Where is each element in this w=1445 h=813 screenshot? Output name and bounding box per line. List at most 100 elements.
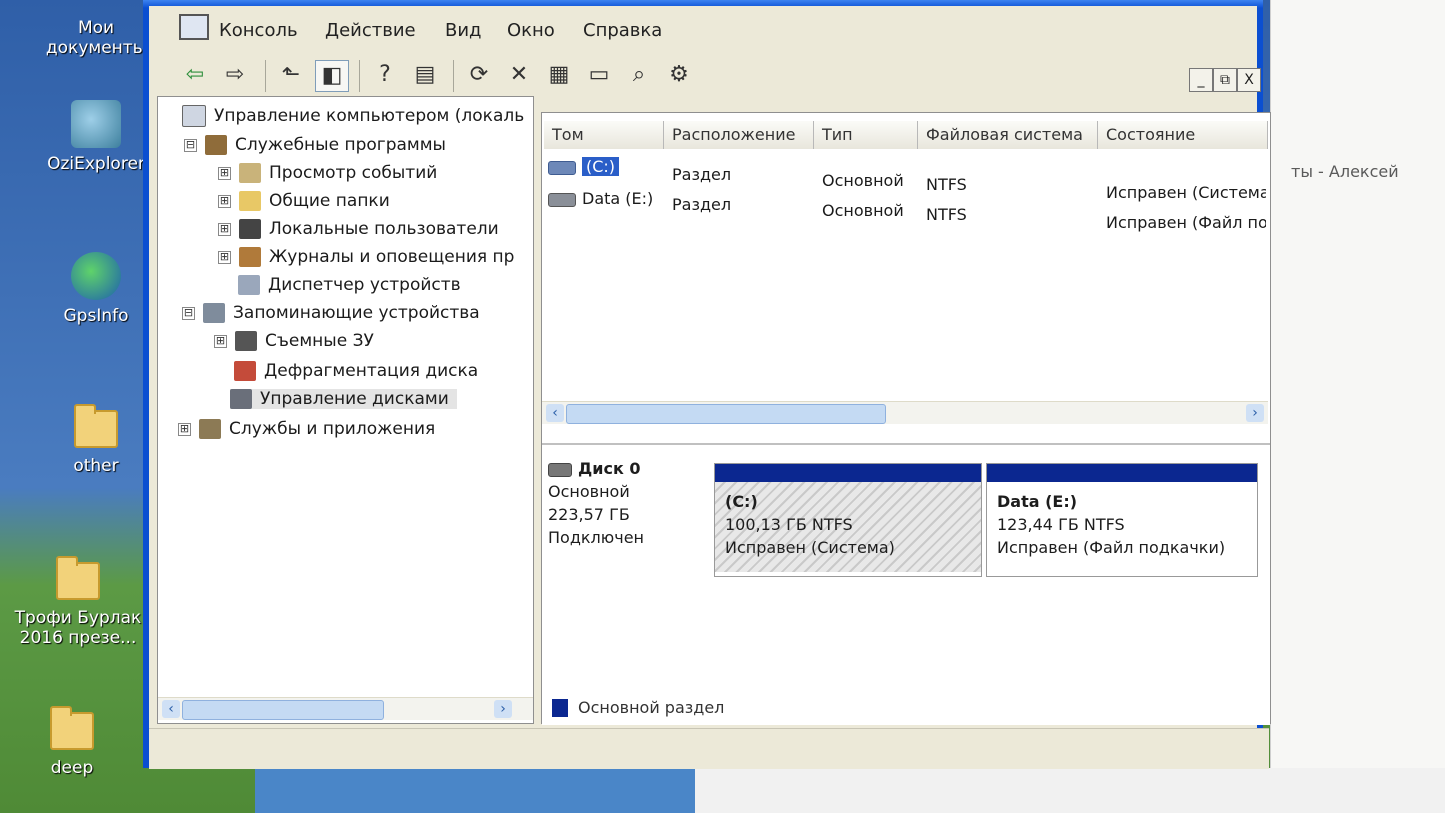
expand-icon[interactable]: ⊞: [218, 222, 231, 236]
tree-item-logs-alerts[interactable]: ⊞ Журналы и оповещения пр: [218, 247, 514, 267]
defrag-icon: [234, 361, 256, 381]
disk-info[interactable]: Диск 0 Основной 223,57 ГБ Подключен: [548, 457, 708, 577]
desktop-icon-my-documents[interactable]: Мои документы: [36, 18, 156, 58]
column-header-status[interactable]: Состояние: [1098, 121, 1268, 149]
desktop-icon-trophy[interactable]: Трофи Бурлак 2016 презе...: [8, 556, 148, 648]
device-manager-icon: [238, 275, 260, 295]
refresh-icon[interactable]: ⟳: [463, 60, 495, 90]
expand-icon[interactable]: ⊞: [218, 194, 231, 208]
type-cell: Основной: [822, 171, 904, 190]
partition-status: Исправен (Система): [725, 538, 895, 557]
status-bar: [149, 728, 1269, 769]
tree-item-event-viewer[interactable]: ⊞ Просмотр событий: [218, 163, 437, 183]
delete-icon[interactable]: ✕: [503, 60, 535, 90]
partition-e[interactable]: Data (E:) 123,44 ГБ NTFS Исправен (Файл …: [986, 463, 1258, 577]
tree-horizontal-scrollbar[interactable]: ‹ ›: [158, 697, 533, 720]
properties-icon[interactable]: ▦: [543, 60, 575, 90]
volume-name: Data (E:): [582, 189, 654, 208]
tree-item-label: Службы и приложения: [229, 419, 436, 439]
properties-pane-icon[interactable]: ▤: [409, 60, 441, 90]
tree-item-label: Просмотр событий: [269, 163, 438, 183]
show-hide-tree-icon[interactable]: ◧: [315, 60, 349, 92]
event-viewer-icon: [239, 163, 261, 183]
layout-cell: Раздел: [672, 195, 732, 214]
scroll-left-icon[interactable]: ‹: [162, 700, 180, 718]
child-close-button[interactable]: X: [1237, 68, 1261, 92]
menu-view[interactable]: Вид: [445, 20, 482, 41]
search-icon[interactable]: ⌕: [623, 60, 655, 90]
expand-icon[interactable]: ⊞: [178, 422, 191, 436]
tree-item-label: Журналы и оповещения пр: [269, 247, 515, 267]
disk-management-icon: [230, 389, 252, 409]
expand-icon[interactable]: ⊞: [214, 334, 227, 348]
disk-management-pane: Том Расположение Тип Файловая система Со…: [541, 112, 1271, 725]
menu-window[interactable]: Окно: [507, 20, 555, 41]
scroll-right-icon[interactable]: ›: [494, 700, 512, 718]
open-icon[interactable]: ▭: [583, 60, 615, 90]
column-header-type[interactable]: Тип: [814, 121, 918, 149]
map-magnifier-icon: [71, 100, 121, 148]
forward-icon[interactable]: ⇨: [219, 60, 251, 90]
tree-item-device-manager[interactable]: Диспетчер устройств: [238, 275, 461, 295]
disk-map: Диск 0 Основной 223,57 ГБ Подключен (C:)…: [542, 443, 1270, 725]
toolbar-separator: [453, 60, 454, 92]
disk-name-row: Диск 0: [548, 457, 708, 480]
menu-help[interactable]: Справка: [583, 20, 662, 41]
storage-icon: [203, 303, 225, 323]
status-cell: Исправен (Файл по: [1106, 213, 1266, 232]
legend-swatch: [552, 699, 568, 717]
expand-icon[interactable]: ⊞: [218, 250, 231, 264]
desktop-icon-deep[interactable]: deep: [12, 706, 132, 778]
users-icon: [239, 219, 261, 239]
logs-icon: [239, 247, 261, 267]
tree-item-storage[interactable]: ⊟ Запоминающие устройства: [182, 303, 480, 323]
scroll-thumb[interactable]: [182, 700, 384, 720]
tools-icon: [205, 135, 227, 155]
tree-item-disk-management[interactable]: Управление дисками: [230, 389, 457, 409]
tree-item-label: Управление дисками: [260, 389, 449, 409]
partition-name: (C:): [725, 492, 758, 511]
list-horizontal-scrollbar[interactable]: ‹ ›: [542, 401, 1268, 424]
tree-item-system-tools[interactable]: ⊟ Служебные программы: [184, 135, 446, 155]
toolbar: ⇦ ⇨ ⬑ ◧ ? ▤ ⟳ ✕ ▦ ▭ ⌕ ⚙: [169, 54, 1169, 96]
tree-root[interactable]: Управление компьютером (локаль: [182, 105, 524, 127]
shared-folder-icon: [239, 191, 261, 211]
column-header-filesystem[interactable]: Файловая система: [918, 121, 1098, 149]
menu-action[interactable]: Действие: [325, 20, 416, 41]
tree-item-defrag[interactable]: Дефрагментация диска: [234, 361, 478, 381]
column-header-volume[interactable]: Том: [544, 121, 664, 149]
collapse-icon[interactable]: ⊟: [184, 138, 197, 152]
tree-item-shared-folders[interactable]: ⊞ Общие папки: [218, 191, 390, 211]
console-icon[interactable]: [179, 14, 209, 40]
child-restore-button[interactable]: ⧉: [1213, 68, 1237, 92]
scroll-left-icon[interactable]: ‹: [546, 404, 564, 422]
tree-item-local-users[interactable]: ⊞ Локальные пользователи: [218, 219, 499, 239]
legend-label: Основной раздел: [578, 697, 725, 717]
scroll-thumb[interactable]: [566, 404, 886, 424]
up-folder-icon[interactable]: ⬑: [275, 60, 307, 90]
help-icon[interactable]: ?: [369, 60, 401, 90]
tree-item-removable-storage[interactable]: ⊞ Съемные ЗУ: [214, 331, 374, 351]
menu-console[interactable]: Консоль: [219, 20, 298, 41]
column-header-layout[interactable]: Расположение: [664, 121, 814, 149]
desktop-icon-other[interactable]: other: [36, 404, 156, 476]
globe-icon: [71, 252, 121, 300]
child-minimize-button[interactable]: _: [1189, 68, 1213, 92]
scroll-right-icon[interactable]: ›: [1246, 404, 1264, 422]
folder-icon: [56, 556, 100, 600]
desktop-icon-label: other: [73, 456, 119, 476]
folder-icon: [50, 706, 94, 750]
partition-c[interactable]: (C:) 100,13 ГБ NTFS Исправен (Система): [714, 463, 982, 577]
collapse-icon[interactable]: ⊟: [182, 306, 195, 320]
toolbar-separator: [265, 60, 266, 92]
tree-item-services[interactable]: ⊞ Службы и приложения: [178, 419, 435, 439]
expand-icon[interactable]: ⊞: [218, 166, 231, 180]
settings-icon[interactable]: ⚙: [663, 60, 695, 90]
desktop-icon-oziexplorer[interactable]: OziExplorer: [36, 100, 156, 174]
background-window[interactable]: ты - Алексей: [1270, 0, 1445, 813]
disk-icon: [548, 462, 572, 477]
folder-icon: [74, 404, 118, 448]
back-icon[interactable]: ⇦: [179, 60, 211, 90]
status-cell: Исправен (Система: [1106, 183, 1266, 202]
desktop-icon-gpsinfo[interactable]: GpsInfo: [36, 252, 156, 326]
